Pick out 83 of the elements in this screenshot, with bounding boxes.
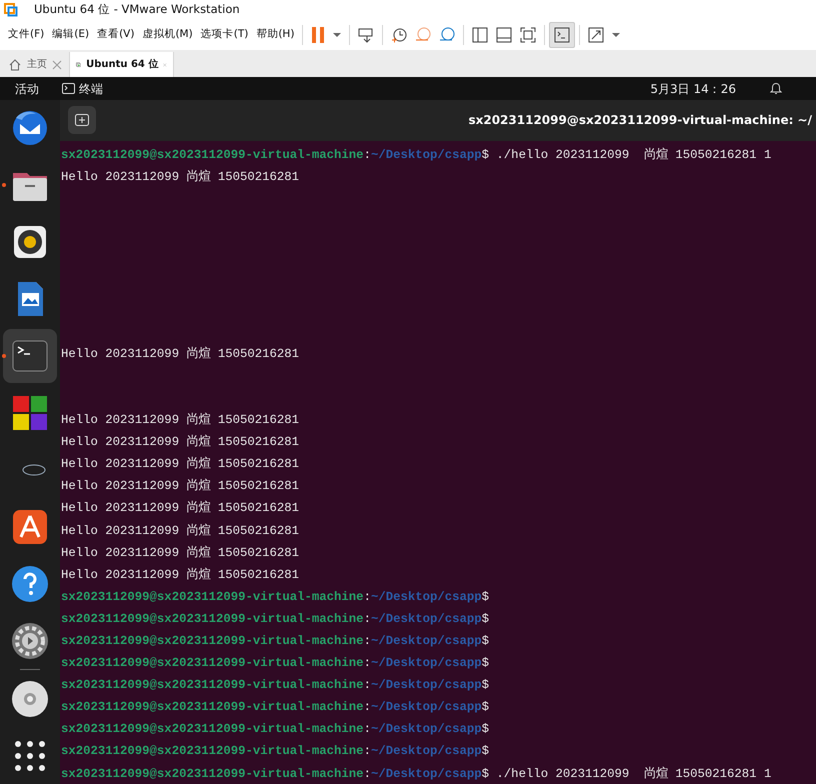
vmware-logo-icon [4,3,18,17]
monitor-arrow-icon[interactable] [357,26,376,44]
console-icon[interactable] [553,26,572,44]
output-line: Hello 2023112099 尚煊 15050216281 [61,457,300,472]
output-line: Hello 2023112099 尚煊 15050216281 [61,524,300,538]
prompt-path: ~/Desktop/csapp [370,148,482,162]
prompt-symbol: $ [482,148,490,162]
bell-icon[interactable] [770,82,782,96]
output-line: Hello 2023112099 尚煊 15050216281 [61,568,300,582]
menu-item[interactable]: 编辑(E) [48,27,94,43]
prompt-path: ~/Desktop/csapp [370,766,482,781]
window-title: Ubuntu 64 位 - VMware Workstation [34,1,240,18]
add-tab-icon [75,114,89,126]
prompt-symbol: $ [482,590,490,604]
prompt-path: ~/Desktop/csapp [370,678,482,692]
prompt-host: sx2023112099@sx2023112099-virtual-machine [61,634,364,648]
home-icon [8,58,22,72]
prompt-path: ~/Desktop/csapp [370,590,482,604]
sidebar-layout-icon[interactable] [471,26,490,44]
output-line: Hello 2023112099 尚煊 15050216281 [61,413,300,428]
prompt-colon: : [364,656,371,670]
prompt-host: sx2023112099@sx2023112099-virtual-machine [61,766,364,781]
prompt-host: sx2023112099@sx2023112099-virtual-machine [61,678,364,692]
prompt-symbol: $ [482,766,490,781]
menu-item[interactable]: 文件(F) [4,27,48,43]
caret-icon[interactable] [611,30,622,40]
fullscreen-icon[interactable] [519,26,538,44]
terminal-icon [62,83,75,94]
prompt-path: ~/Desktop/csapp [370,634,482,648]
app-menu[interactable]: 终端 [79,80,103,98]
output-line: Hello 2023112099 尚煊 15050216281 [61,435,300,450]
new-tab-button[interactable] [68,106,96,134]
prompt-symbol: $ [482,700,490,714]
activities-button[interactable]: 活动 [0,80,54,98]
output-line: Hello 2023112099 尚煊 15050216281 [61,479,300,494]
menu-item[interactable]: 查看(V) [93,27,138,43]
prompt-colon: : [364,744,371,758]
terminal-title: sx2023112099@sx2023112099-virtual-machine: ~/ [468,112,812,130]
optical-disc-icon[interactable] [10,678,50,719]
tab[interactable]: Ubuntu 64 位 [70,52,174,77]
output-line: Hello 2023112099 尚煊 15050216281 [61,546,300,560]
prompt-symbol: $ [482,722,490,736]
help-icon[interactable] [10,564,50,604]
output-line: Hello 2023112099 尚煊 15050216281 [61,346,300,361]
caret-icon[interactable] [332,30,342,40]
prompt-path: ~/Desktop/csapp [370,612,482,626]
clock[interactable]: 5月3日 14：26 [650,80,736,98]
prompt-host: sx2023112099@sx2023112099-virtual-machine [61,590,364,604]
command-text: ./hello 2023112099 尚煊 15050216281 1 [495,148,772,162]
prompt-symbol: $ [482,744,490,758]
prompt-host: sx2023112099@sx2023112099-virtual-machine [61,612,364,626]
prompt-host: sx2023112099@sx2023112099-virtual-machine [61,656,364,670]
output-line: Hello 2023112099 尚煊 15050216281 [61,501,300,516]
prompt-colon: : [364,148,371,162]
prompt-colon: : [364,590,371,604]
resize-icon[interactable] [587,26,606,44]
prompt-path: ~/Desktop/csapp [370,656,482,670]
panel-layout-icon[interactable] [495,26,514,44]
output-line: Hello 2023112099 尚煊 15050216281 [61,170,300,184]
prompt-host: sx2023112099@sx2023112099-virtual-machine [61,744,364,758]
prompt-symbol: $ [482,612,490,626]
prompt-colon: : [364,612,371,626]
prompt-path: ~/Desktop/csapp [370,700,482,714]
prompt-colon: : [364,766,371,781]
prompt-path: ~/Desktop/csapp [370,722,482,736]
clock-plus-icon[interactable] [390,26,408,44]
prompt-host: sx2023112099@sx2023112099-virtual-machine [61,722,364,736]
menu-item[interactable]: 帮助(H) [252,27,298,43]
prompt-colon: : [364,700,371,714]
menu-item[interactable]: 虚拟机(M) [138,27,197,43]
prompt-symbol: $ [482,678,490,692]
prompt-symbol: $ [482,634,490,648]
prompt-colon: : [364,678,371,692]
prompt-colon: : [364,634,371,648]
pause-icon[interactable] [310,25,326,45]
prompt-colon: : [364,722,371,736]
command-text: ./hello 2023112099 尚煊 15050216281 1 [495,766,772,781]
prompt-host: sx2023112099@sx2023112099-virtual-machine [61,700,364,714]
settings-icon[interactable] [10,620,50,661]
prompt-path: ~/Desktop/csapp [370,744,482,758]
menu-item[interactable]: 选项卡(T) [196,27,252,43]
prompt-symbol: $ [482,656,490,670]
prompt-host: sx2023112099@sx2023112099-virtual-machine [61,148,364,162]
